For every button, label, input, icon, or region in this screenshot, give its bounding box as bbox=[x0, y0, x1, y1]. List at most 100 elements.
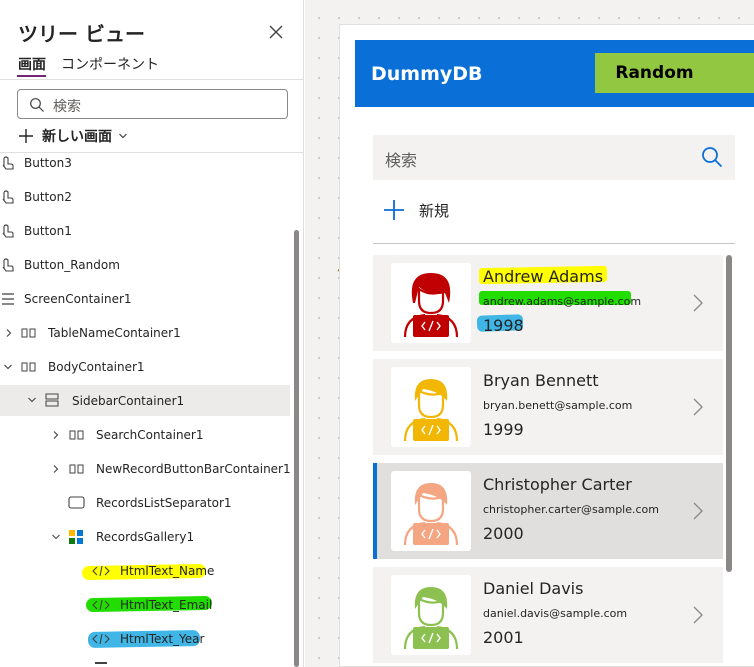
app-title: DummyDB bbox=[371, 63, 483, 85]
tree-item-label: RecordsListSeparator1 bbox=[96, 496, 232, 510]
developer-avatar-icon bbox=[403, 379, 459, 442]
tree-item-button2[interactable]: Button2 bbox=[0, 182, 290, 212]
gallery-record-selected[interactable]: Christopher Carter christopher.carter@sa… bbox=[373, 463, 723, 559]
tree-item-html-text-name[interactable]: HtmlText_Name bbox=[0, 556, 290, 586]
tree-item-partial-icon bbox=[95, 662, 107, 664]
tree-item-body-container[interactable]: BodyContainer1 bbox=[0, 352, 290, 382]
tree-item-button1[interactable]: Button1 bbox=[0, 216, 290, 246]
chevron-right-icon[interactable] bbox=[691, 397, 705, 417]
tree-item-label: Button2 bbox=[24, 190, 72, 204]
records-list-separator bbox=[373, 243, 735, 244]
chevron-right-icon[interactable] bbox=[691, 501, 705, 521]
gallery-icon bbox=[69, 530, 83, 544]
new-screen-button[interactable]: 新しい画面 bbox=[18, 126, 128, 146]
record-year: 2001 bbox=[483, 628, 524, 647]
tree-item-records-gallery[interactable]: RecordsGallery1 bbox=[0, 522, 290, 552]
chevron-right-icon[interactable] bbox=[691, 293, 705, 313]
chevron-right-icon[interactable] bbox=[691, 605, 705, 625]
tab-components[interactable]: コンポーネント bbox=[61, 54, 159, 74]
chevron-down-icon[interactable] bbox=[27, 395, 37, 405]
new-screen-label: 新しい画面 bbox=[42, 129, 112, 145]
button-icon bbox=[2, 258, 14, 272]
record-year: 2000 bbox=[483, 524, 524, 543]
tree-item-label: NewRecordButtonBarContainer1 bbox=[96, 462, 291, 476]
tree-item-table-name-container[interactable]: TableNameContainer1 bbox=[0, 318, 290, 348]
tree-item-label: Button1 bbox=[24, 224, 72, 238]
tab-screens[interactable]: 画面 bbox=[18, 54, 46, 74]
tree-view-panel: ツリー ビュー 画面 コンポーネント 検索 新しい画面 Button3 Butt… bbox=[0, 0, 304, 667]
horizontal-container-icon bbox=[21, 328, 36, 338]
record-search-input[interactable]: 検索 bbox=[373, 135, 735, 180]
gallery-record[interactable]: Daniel Davis daniel.davis@sample.com 200… bbox=[373, 567, 723, 663]
tree-item-label: HtmlText_Year bbox=[120, 632, 205, 646]
horizontal-container-icon bbox=[21, 362, 36, 372]
close-icon[interactable] bbox=[266, 22, 286, 42]
app-header: DummyDB Random bbox=[355, 40, 754, 107]
developer-avatar-icon bbox=[403, 587, 459, 650]
gallery-record[interactable]: Andrew Adams andrew.adams@sample.com 199… bbox=[373, 255, 723, 351]
avatar bbox=[391, 471, 471, 551]
gallery-scrollbar[interactable] bbox=[726, 255, 732, 572]
avatar bbox=[391, 575, 471, 655]
search-icon bbox=[30, 98, 44, 112]
tree-item-records-separator[interactable]: RecordsListSeparator1 bbox=[0, 488, 290, 518]
developer-avatar-icon bbox=[403, 273, 459, 338]
avatar bbox=[391, 263, 471, 343]
vertical-container-icon bbox=[45, 393, 59, 407]
button-icon bbox=[2, 224, 14, 238]
record-name: Bryan Bennett bbox=[483, 371, 599, 390]
tree-item-label: Button3 bbox=[24, 156, 72, 170]
tree-item-sidebar-container[interactable]: SidebarContainer1 bbox=[0, 385, 290, 416]
divider bbox=[0, 79, 303, 80]
avatar bbox=[391, 367, 471, 447]
button-icon bbox=[2, 156, 14, 170]
tree-item-label: ScreenContainer1 bbox=[24, 292, 132, 306]
html-text-icon bbox=[92, 565, 110, 577]
new-record-label: 新規 bbox=[419, 201, 450, 220]
tree-item-label: HtmlText_Email bbox=[120, 598, 213, 612]
new-record-button[interactable]: 新規 bbox=[383, 199, 449, 221]
record-year: 1999 bbox=[483, 420, 524, 439]
record-name: Daniel Davis bbox=[483, 579, 584, 598]
tree-item-button-random[interactable]: Button_Random bbox=[0, 250, 290, 280]
chevron-right-icon[interactable] bbox=[51, 464, 61, 474]
record-email: christopher.carter@sample.com bbox=[483, 503, 659, 516]
plus-icon bbox=[19, 129, 33, 143]
plus-icon bbox=[384, 200, 404, 220]
tree-item-button3[interactable]: Button3 bbox=[0, 148, 290, 178]
chevron-down-icon[interactable] bbox=[3, 362, 13, 372]
developer-avatar-icon bbox=[403, 483, 459, 546]
search-placeholder: 検索 bbox=[385, 151, 418, 170]
panel-title: ツリー ビュー bbox=[18, 22, 145, 46]
chevron-right-icon[interactable] bbox=[4, 328, 14, 338]
search-icon[interactable] bbox=[701, 146, 723, 168]
tree-item-label: SidebarContainer1 bbox=[72, 393, 185, 408]
tree-item-search-container[interactable]: SearchContainer1 bbox=[0, 420, 290, 450]
active-tab-indicator bbox=[17, 75, 46, 77]
record-email: bryan.benett@sample.com bbox=[483, 399, 633, 412]
tree-scrollbar[interactable] bbox=[294, 230, 299, 667]
random-button[interactable]: Random bbox=[595, 53, 754, 93]
records-gallery: Andrew Adams andrew.adams@sample.com 199… bbox=[373, 255, 723, 667]
record-email: andrew.adams@sample.com bbox=[483, 295, 642, 308]
chevron-down-icon[interactable] bbox=[51, 532, 61, 542]
html-text-icon bbox=[92, 633, 110, 645]
rectangle-icon bbox=[68, 496, 85, 509]
record-name: Andrew Adams bbox=[483, 267, 604, 286]
chevron-down-icon bbox=[119, 133, 127, 139]
html-text-icon bbox=[92, 599, 110, 611]
tree-item-label: Button_Random bbox=[24, 258, 120, 272]
tree-search-input[interactable]: 検索 bbox=[17, 89, 288, 119]
tree-item-html-text-email[interactable]: HtmlText_Email bbox=[0, 590, 290, 620]
tree-item-label: TableNameContainer1 bbox=[48, 326, 181, 340]
horizontal-container-icon bbox=[69, 464, 84, 474]
horizontal-container-icon bbox=[69, 430, 84, 440]
sidebar-container: 検索 新規 Andrew Adams andrew.adams@sample.c… bbox=[373, 135, 735, 667]
chevron-right-icon[interactable] bbox=[51, 430, 61, 440]
tree-item-new-record-bar[interactable]: NewRecordButtonBarContainer1 bbox=[0, 454, 291, 484]
tree-item-label: BodyContainer1 bbox=[48, 360, 145, 374]
gallery-record[interactable]: Bryan Bennett bryan.benett@sample.com 19… bbox=[373, 359, 723, 455]
tree-item-html-text-year[interactable]: HtmlText_Year bbox=[0, 624, 290, 654]
record-year: 1998 bbox=[483, 316, 524, 335]
tree-item-screen-container[interactable]: ScreenContainer1 bbox=[0, 284, 290, 314]
